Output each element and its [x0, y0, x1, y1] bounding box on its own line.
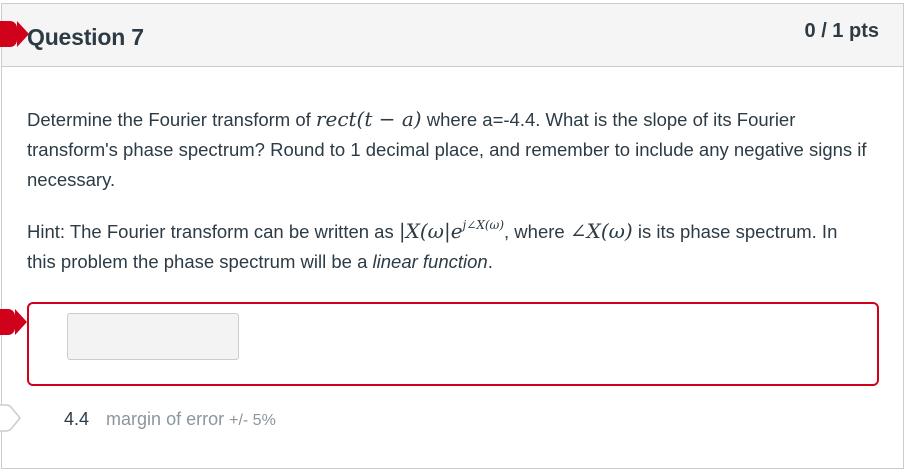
math-expression: rect(t − a) [315, 107, 422, 131]
answer-box [27, 302, 879, 386]
incorrect-answer-flag-icon [0, 309, 27, 335]
math-expression: |X(ω|ej∠X(ω) [398, 218, 505, 243]
question-title: Question 7 [27, 24, 144, 50]
correct-answer: 4.4 margin of error +/- 5% [64, 409, 276, 430]
question-card: Question 7 0 / 1 pts Determine the Fouri… [0, 3, 904, 469]
question-points: 0 / 1 pts [804, 20, 879, 42]
correct-answer-arrow-icon [0, 404, 21, 432]
question-paragraph: Determine the Fourier transform of rect(… [27, 107, 867, 190]
math-expression: ∠X(ω) [569, 219, 633, 243]
margin-of-error-label: margin of error [106, 409, 225, 429]
correct-answer-value: 4.4 [64, 409, 90, 429]
emphasis-text: linear function [372, 251, 488, 272]
incorrect-flag-icon [0, 21, 29, 47]
hint-paragraph: Hint: The Fourier transform can be writt… [27, 218, 838, 272]
answer-input[interactable] [67, 313, 239, 360]
question-text: Determine the Fourier transform of rect(… [27, 104, 867, 292]
question-header: Question 7 0 / 1 pts [0, 4, 903, 67]
margin-of-error-value: +/- 5% [229, 412, 276, 429]
